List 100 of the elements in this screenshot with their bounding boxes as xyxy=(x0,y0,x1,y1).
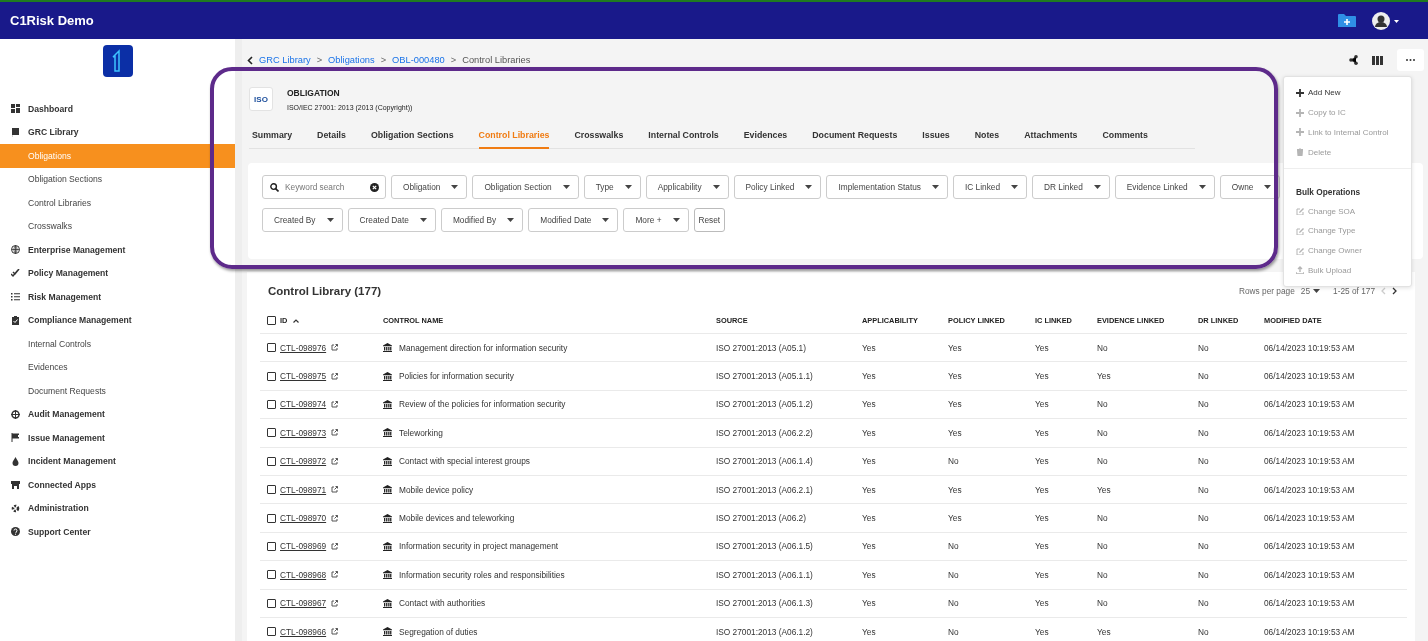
tab[interactable]: Issues xyxy=(922,125,950,149)
sidebar-item[interactable]: Internal Controls xyxy=(0,332,235,356)
tab[interactable]: Attachments xyxy=(1024,125,1078,149)
filter-dropdown[interactable]: Evidence Linked xyxy=(1114,175,1215,199)
sidebar-item[interactable]: Policy Management xyxy=(0,261,235,285)
record-link[interactable]: CTL-098968 xyxy=(280,569,327,580)
sidebar-item[interactable]: Control Libraries xyxy=(0,191,235,215)
search-field[interactable]: Keyword search xyxy=(262,175,386,199)
sidebar-item[interactable]: Evidences xyxy=(0,355,235,379)
filter-dropdown[interactable]: Modified Date xyxy=(528,208,619,232)
checkbox[interactable] xyxy=(267,627,276,637)
record-link[interactable]: CTL-098973 xyxy=(280,427,327,438)
menu-item[interactable]: Add New xyxy=(1284,83,1411,103)
sidebar-item[interactable]: Audit Management xyxy=(0,402,235,426)
tab[interactable]: Details xyxy=(317,125,346,149)
filter-dropdown[interactable]: Applicability xyxy=(645,175,729,199)
bank-icon xyxy=(383,570,392,580)
record-link[interactable]: CTL-098967 xyxy=(280,598,327,609)
rows-per-page-select[interactable]: 25 xyxy=(1300,286,1320,296)
columns-icon[interactable] xyxy=(1372,55,1383,65)
tab[interactable]: Document Requests xyxy=(812,125,898,149)
sort-up-icon[interactable] xyxy=(293,318,300,323)
sidebar-item[interactable]: Incident Management xyxy=(0,449,235,473)
back-icon[interactable] xyxy=(247,55,253,65)
table-cell-text: No xyxy=(1198,399,1210,410)
record-link[interactable]: CTL-098975 xyxy=(280,371,327,382)
sidebar-item[interactable]: Administration xyxy=(0,496,235,520)
checkbox[interactable] xyxy=(267,485,276,495)
checkbox[interactable] xyxy=(267,371,276,381)
breadcrumb-link[interactable]: OBL-000480 xyxy=(392,55,445,65)
table-cell-text: 06/14/2023 10:19:53 AM xyxy=(1264,456,1356,467)
filter-dropdown[interactable]: Obligation xyxy=(391,175,468,199)
external-link-icon[interactable] xyxy=(331,400,339,408)
checkbox[interactable] xyxy=(267,399,276,409)
table-cell-text: No xyxy=(1198,484,1210,495)
tab[interactable]: Summary xyxy=(252,125,293,149)
checkbox[interactable] xyxy=(267,428,276,438)
record-link[interactable]: CTL-098976 xyxy=(280,342,327,353)
sidebar-item[interactable]: Support Center xyxy=(0,520,235,544)
external-link-icon[interactable] xyxy=(331,514,339,522)
breadcrumb-link[interactable]: GRC Library xyxy=(259,55,311,65)
checkbox[interactable] xyxy=(267,598,276,608)
filter-dropdown[interactable]: Created Date xyxy=(347,208,436,232)
filter-dropdown[interactable]: Type xyxy=(583,175,641,199)
filter-dropdown[interactable]: More + xyxy=(623,208,689,232)
external-link-icon[interactable] xyxy=(331,628,339,636)
table-cell-text: No xyxy=(1097,342,1109,353)
sidebar-item[interactable]: Obligation Sections xyxy=(0,167,235,191)
external-link-icon[interactable] xyxy=(331,457,339,465)
external-link-icon[interactable] xyxy=(331,372,339,380)
external-link-icon[interactable] xyxy=(331,429,339,437)
filter-dropdown[interactable]: Policy Linked xyxy=(733,175,822,199)
checkbox[interactable] xyxy=(267,570,276,580)
checkbox[interactable] xyxy=(267,513,276,523)
tab[interactable]: Notes xyxy=(974,125,1000,149)
help-icon xyxy=(11,527,20,537)
filter-dropdown[interactable]: Modified By xyxy=(440,208,524,232)
sidebar-item[interactable]: Issue Management xyxy=(0,426,235,450)
folder-plus-icon[interactable] xyxy=(1338,13,1356,28)
sidebar-item[interactable]: GRC Library xyxy=(0,120,235,144)
reset-button[interactable]: Reset xyxy=(693,208,726,232)
tab[interactable]: Crosswalks xyxy=(574,125,624,149)
sidebar-item[interactable]: Dashboard xyxy=(0,97,235,121)
tab[interactable]: Obligation Sections xyxy=(370,125,454,149)
external-link-icon[interactable] xyxy=(331,486,339,494)
filter-dropdown[interactable]: Obligation Section xyxy=(472,175,579,199)
filter-dropdown[interactable]: DR Linked xyxy=(1032,175,1110,199)
sidebar-item[interactable]: Enterprise Management xyxy=(0,238,235,262)
table-cell-text: 06/14/2023 10:19:53 AM xyxy=(1264,371,1356,382)
tab[interactable]: Internal Controls xyxy=(648,125,719,149)
sidebar-item[interactable]: Connected Apps xyxy=(0,473,235,497)
clear-icon[interactable] xyxy=(370,182,379,192)
record-link[interactable]: CTL-098971 xyxy=(280,484,327,495)
record-link[interactable]: CTL-098966 xyxy=(280,626,327,637)
external-link-icon[interactable] xyxy=(331,344,339,352)
filter-dropdown[interactable]: Created By xyxy=(262,208,343,232)
record-link[interactable]: CTL-098970 xyxy=(280,513,327,524)
filter-dropdown[interactable]: IC Linked xyxy=(953,175,1028,199)
tab[interactable]: Comments xyxy=(1102,125,1148,149)
external-link-icon[interactable] xyxy=(331,542,339,550)
record-link[interactable]: CTL-098972 xyxy=(280,456,327,467)
breadcrumb-link[interactable]: Obligations xyxy=(328,55,375,65)
external-link-icon[interactable] xyxy=(331,599,339,607)
filter-dropdown[interactable]: Implementation Status xyxy=(826,175,948,199)
sidebar-item[interactable]: Crosswalks xyxy=(0,214,235,238)
sidebar-item[interactable]: Compliance Management xyxy=(0,308,235,332)
avatar-icon[interactable] xyxy=(1372,11,1400,30)
record-link[interactable]: CTL-098974 xyxy=(280,399,327,410)
checkbox[interactable] xyxy=(267,316,276,325)
checkbox[interactable] xyxy=(267,456,276,466)
table-cell-text: Yes xyxy=(862,598,877,609)
sidebar-item[interactable]: Document Requests xyxy=(0,379,235,403)
checkbox[interactable] xyxy=(267,343,276,353)
sidebar-item[interactable]: Risk Management xyxy=(0,285,235,309)
filter-dropdown[interactable]: Owne xyxy=(1219,175,1280,199)
checkbox[interactable] xyxy=(267,541,276,551)
tab[interactable]: Evidences xyxy=(743,125,788,149)
external-link-icon[interactable] xyxy=(331,571,339,579)
record-link[interactable]: CTL-098969 xyxy=(280,541,327,552)
share-icon[interactable] xyxy=(1349,55,1358,65)
